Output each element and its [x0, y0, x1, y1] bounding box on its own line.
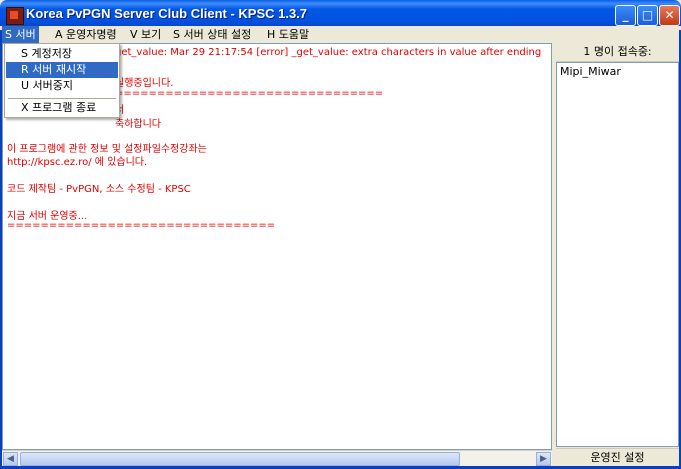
menu-view[interactable]: V 보기 [127, 26, 164, 43]
log-line: http://kpsc.ez.ro/ 에 있습니다. [7, 157, 148, 168]
log-line: get_value: Mar 29 21:17:54 [error] _get_… [115, 47, 542, 58]
user-list[interactable]: Mipi_Miwar [556, 62, 679, 447]
maximize-button[interactable]: □ [637, 5, 658, 26]
menu-admin-commands[interactable]: A 운영자명령 [52, 26, 120, 43]
menu-item-restart-server[interactable]: R 서버 재시작 [6, 62, 118, 78]
menu-server[interactable]: S 서버 [2, 26, 39, 43]
log-line: ================================ [115, 88, 384, 99]
menu-item-save-accounts[interactable]: S 계정저장 [6, 46, 118, 62]
horizontal-scrollbar[interactable]: ◀ ▶ [2, 450, 552, 467]
log-line: 코드 제작팀 - PvPGN, 소스 수정팀 - KPSC [7, 184, 191, 195]
menu-item-stop-server[interactable]: U 서버중지 [6, 78, 118, 94]
app-icon[interactable] [6, 7, 24, 25]
menu-bar: S 서버 A 운영자명령 V 보기 S 서버 상태 설정 H 도움말 [0, 26, 681, 43]
menu-separator [8, 98, 116, 99]
window-border-left [0, 30, 2, 469]
user-list-item[interactable]: Mipi_Miwar [560, 65, 621, 78]
users-online-header: 1 명이 접속중: [556, 43, 679, 62]
window-title: Korea PvPGN Server Club Client - KPSC 1.… [26, 6, 308, 21]
main-window: Korea PvPGN Server Club Client - KPSC 1.… [0, 0, 681, 469]
scroll-thumb[interactable] [20, 452, 460, 466]
server-menu-dropdown: S 계정저장 R 서버 재시작 U 서버중지 X 프로그램 종료 [4, 43, 120, 118]
log-line: ================================ [7, 220, 276, 231]
close-button[interactable]: ✕ [659, 5, 680, 26]
scroll-right-arrow-icon[interactable]: ▶ [536, 452, 551, 466]
menu-help[interactable]: H 도움말 [264, 26, 312, 43]
log-line: 축하합니다 [115, 119, 161, 130]
menu-server-status[interactable]: S 서버 상태 설정 [170, 26, 254, 43]
admin-settings-button[interactable]: 운영진 설정 [556, 448, 679, 467]
log-line: 실행중입니다. [115, 78, 174, 89]
menu-item-exit-program[interactable]: X 프로그램 종료 [6, 100, 118, 116]
minimize-button[interactable]: _ [615, 5, 636, 26]
scroll-left-arrow-icon[interactable]: ◀ [3, 452, 18, 466]
